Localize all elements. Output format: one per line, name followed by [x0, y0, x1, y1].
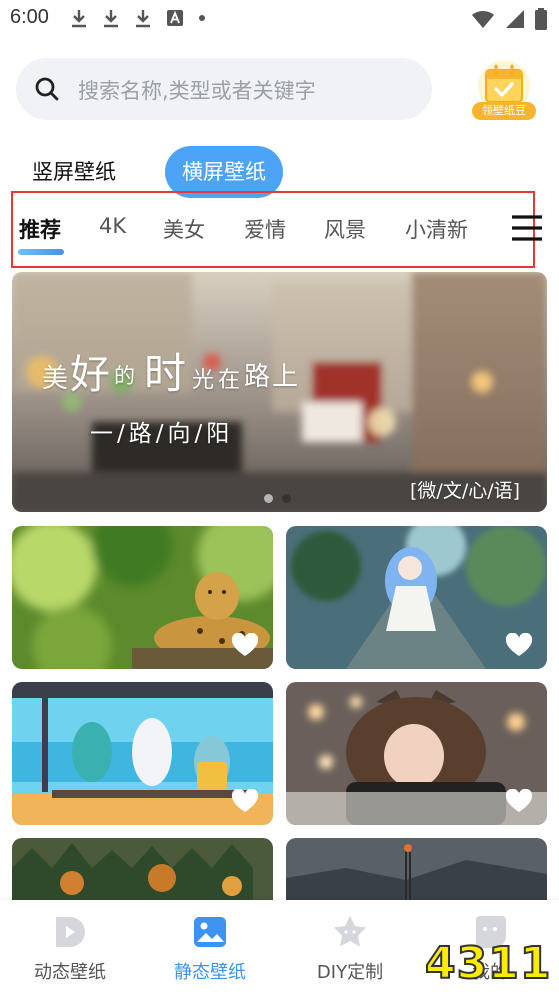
wallpaper-card[interactable] [12, 838, 273, 900]
wallpaper-card[interactable] [286, 526, 547, 669]
coupon-button[interactable]: 领壁纸豆 [470, 58, 538, 124]
coupon-label: 领壁纸豆 [472, 102, 536, 120]
search-placeholder: 搜索名称,类型或者关键字 [78, 79, 316, 103]
banner-dot-active[interactable] [282, 494, 291, 503]
notification-icons [70, 8, 206, 28]
favorite-heart-icon[interactable] [505, 633, 533, 657]
wallpaper-card[interactable] [12, 526, 273, 669]
autumn-forest-image [12, 838, 273, 900]
download-icon [72, 10, 86, 28]
more-dot-icon [199, 15, 205, 21]
nav-label: DIY定制 [316, 962, 384, 983]
banner-headline-char: 的 [114, 364, 135, 388]
banner-headline-char: 路 [244, 362, 271, 392]
status-bar: 6:00 [0, 0, 559, 40]
banner-subline: 一/路/向/阳 [90, 421, 234, 447]
system-icons [471, 8, 547, 30]
banner-headline-char: 上 [272, 362, 299, 392]
category-fresh[interactable]: 小清新 [405, 214, 468, 244]
category-love[interactable]: 爱情 [244, 214, 286, 244]
search-bar[interactable]: 搜索名称,类型或者关键字 [16, 58, 432, 120]
nav-diy-custom[interactable]: DIY定制 [280, 900, 420, 995]
favorite-heart-icon[interactable] [231, 789, 259, 813]
nav-static-wallpaper[interactable]: 静态壁纸 [140, 900, 280, 995]
search-icon [35, 77, 59, 101]
wallpaper-card[interactable] [286, 682, 547, 825]
signal-icon [506, 10, 524, 28]
banner-tag: [微/文/心/语] [410, 480, 521, 502]
download-icon [136, 10, 150, 28]
banner-headline-char: 好 [70, 352, 110, 398]
battery-icon [535, 8, 547, 30]
site-watermark: 4311 [424, 937, 552, 990]
banner-dot[interactable] [264, 494, 273, 503]
wifi-icon [472, 10, 494, 28]
featured-banner[interactable]: 美 好 的 时 光 在 路 上 一/路/向/阳 [微/文/心/语] [12, 272, 547, 512]
banner-headline-char: 美 [42, 364, 69, 394]
image-icon [194, 917, 226, 947]
nav-dynamic-wallpaper[interactable]: 动态壁纸 [0, 900, 140, 995]
favorite-heart-icon[interactable] [231, 633, 259, 657]
wallpaper-card[interactable] [12, 682, 273, 825]
category-scenery[interactable]: 风景 [324, 214, 366, 244]
dynamic-wallpaper-icon [56, 917, 85, 947]
nav-label: 动态壁纸 [34, 962, 106, 983]
banner-headline-char: 在 [218, 368, 241, 393]
app-a-icon [167, 10, 183, 26]
menu-icon[interactable] [511, 214, 543, 242]
download-icon [104, 10, 118, 28]
star-icon [334, 916, 366, 947]
wallpaper-card[interactable] [286, 838, 547, 900]
favorite-heart-icon[interactable] [505, 789, 533, 813]
category-4k[interactable]: 4K [99, 214, 126, 238]
status-time: 6:00 [10, 6, 49, 28]
category-beauty[interactable]: 美女 [163, 214, 205, 244]
banner-headline-char: 光 [192, 368, 215, 393]
dark-sky-image [286, 838, 547, 900]
nav-label: 静态壁纸 [174, 962, 246, 983]
category-active-indicator [18, 249, 64, 255]
banner-headline-char: 时 [144, 349, 187, 398]
category-recommend[interactable]: 推荐 [19, 214, 61, 244]
